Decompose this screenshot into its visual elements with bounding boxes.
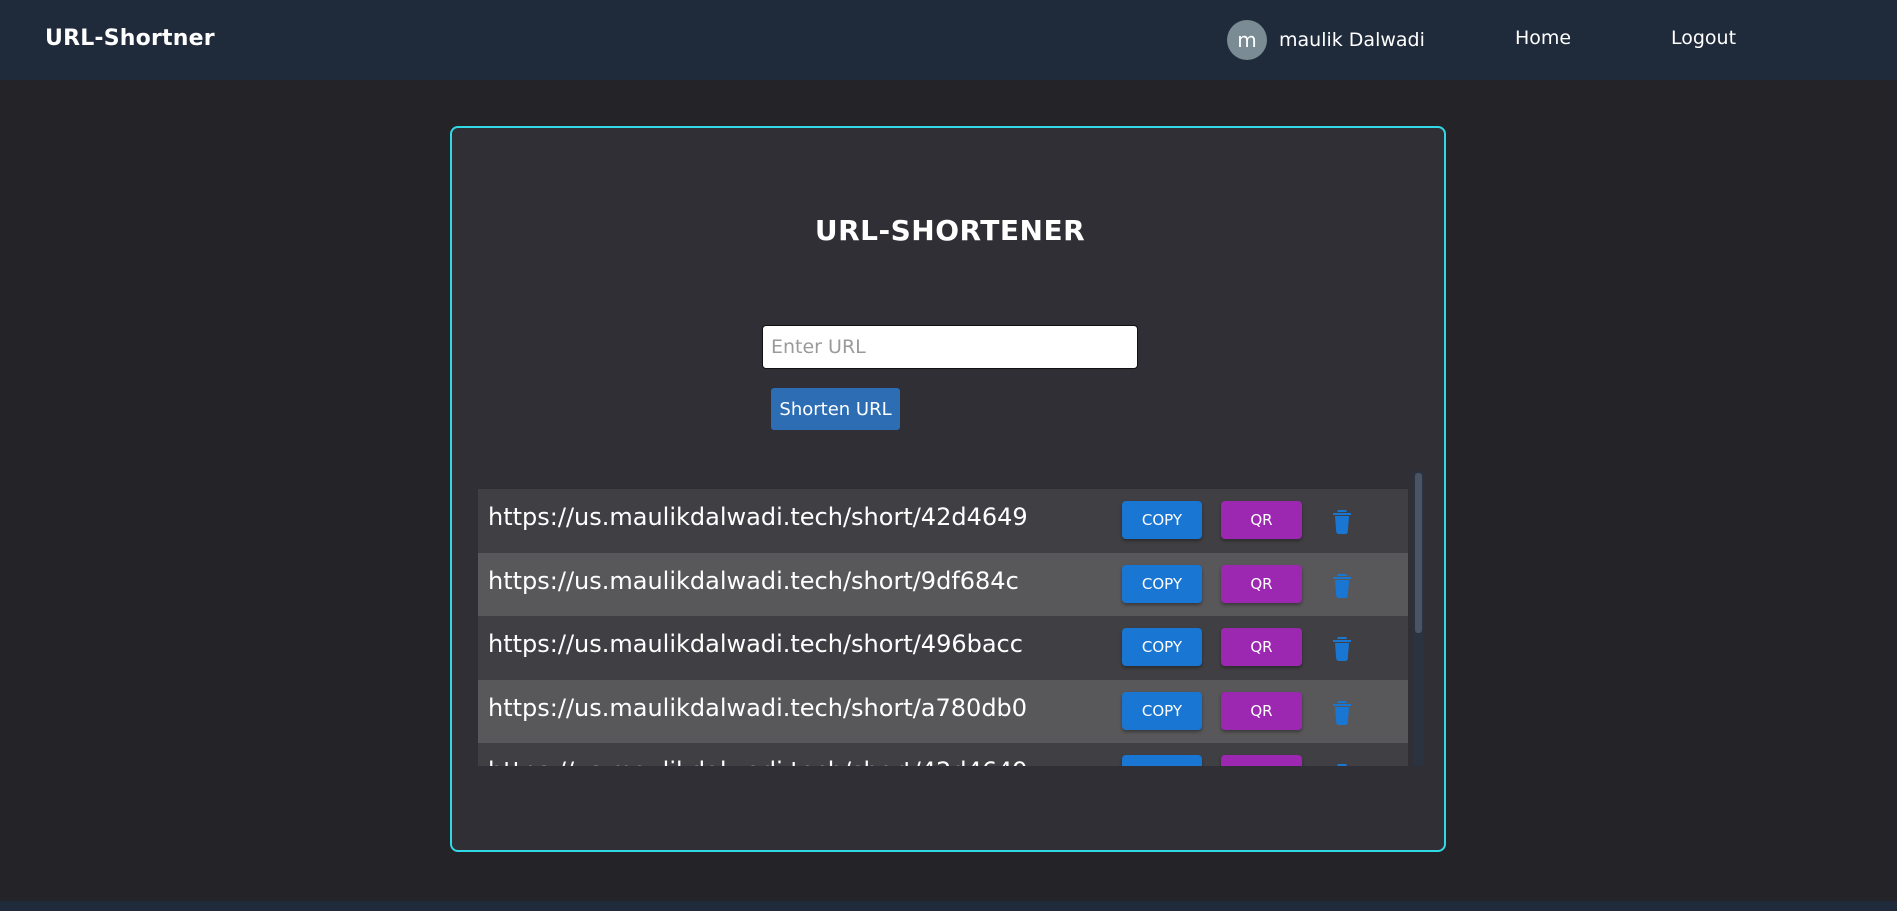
qr-button[interactable]: QR — [1221, 755, 1302, 766]
user-name: maulik Dalwadi — [1279, 29, 1425, 51]
shorten-url-button[interactable]: Shorten URL — [771, 388, 900, 430]
qr-button[interactable]: QR — [1221, 628, 1302, 666]
brand-logo[interactable]: URL-Shortner — [45, 26, 215, 51]
url-input[interactable] — [762, 325, 1138, 369]
copy-button[interactable]: COPY — [1122, 501, 1202, 539]
nav-home-link[interactable]: Home — [1515, 27, 1571, 49]
scrollbar-thumb[interactable] — [1415, 473, 1422, 633]
trash-icon[interactable] — [1330, 633, 1354, 661]
footer-strip — [0, 901, 1897, 911]
url-list-container: https://us.maulikdalwadi.tech/short/42d4… — [478, 471, 1424, 766]
url-row: https://us.maulikdalwadi.tech/short/42d4… — [478, 489, 1408, 553]
copy-button[interactable]: COPY — [1122, 755, 1202, 766]
copy-button[interactable]: COPY — [1122, 691, 1202, 730]
qr-button[interactable]: QR — [1221, 691, 1302, 730]
shortener-card: URL-SHORTENER Shorten URL https://us.mau… — [450, 126, 1446, 852]
url-list: https://us.maulikdalwadi.tech/short/42d4… — [478, 489, 1408, 766]
top-navbar: URL-Shortner m maulik Dalwadi Home Logou… — [0, 0, 1897, 80]
short-url-text: https://us.maulikdalwadi.tech/short/496b… — [488, 630, 1023, 658]
trash-icon[interactable] — [1330, 697, 1354, 725]
copy-button[interactable]: COPY — [1122, 628, 1202, 666]
url-row: https://us.maulikdalwadi.tech/short/a780… — [478, 679, 1408, 743]
qr-button[interactable]: QR — [1221, 564, 1302, 603]
user-profile[interactable]: m maulik Dalwadi — [1227, 20, 1425, 60]
nav-logout-link[interactable]: Logout — [1671, 27, 1736, 49]
copy-button[interactable]: COPY — [1122, 564, 1202, 603]
short-url-text: https://us.maulikdalwadi.tech/short/9df6… — [488, 566, 1019, 595]
list-scrollbar[interactable] — [1413, 471, 1424, 766]
avatar[interactable]: m — [1227, 20, 1267, 60]
qr-button[interactable]: QR — [1221, 501, 1302, 539]
url-row: https://us.maulikdalwadi.tech/short/42d4… — [478, 743, 1408, 766]
url-row: https://us.maulikdalwadi.tech/short/9df6… — [478, 552, 1408, 616]
trash-icon[interactable] — [1330, 506, 1354, 534]
trash-icon[interactable] — [1330, 570, 1354, 598]
short-url-text: https://us.maulikdalwadi.tech/short/42d4… — [488, 503, 1028, 531]
trash-icon[interactable] — [1330, 760, 1354, 766]
page-title: URL-SHORTENER — [814, 214, 1086, 247]
short-url-text: https://us.maulikdalwadi.tech/short/42d4… — [488, 757, 1028, 766]
short-url-text: https://us.maulikdalwadi.tech/short/a780… — [488, 693, 1028, 722]
url-row: https://us.maulikdalwadi.tech/short/496b… — [478, 616, 1408, 680]
